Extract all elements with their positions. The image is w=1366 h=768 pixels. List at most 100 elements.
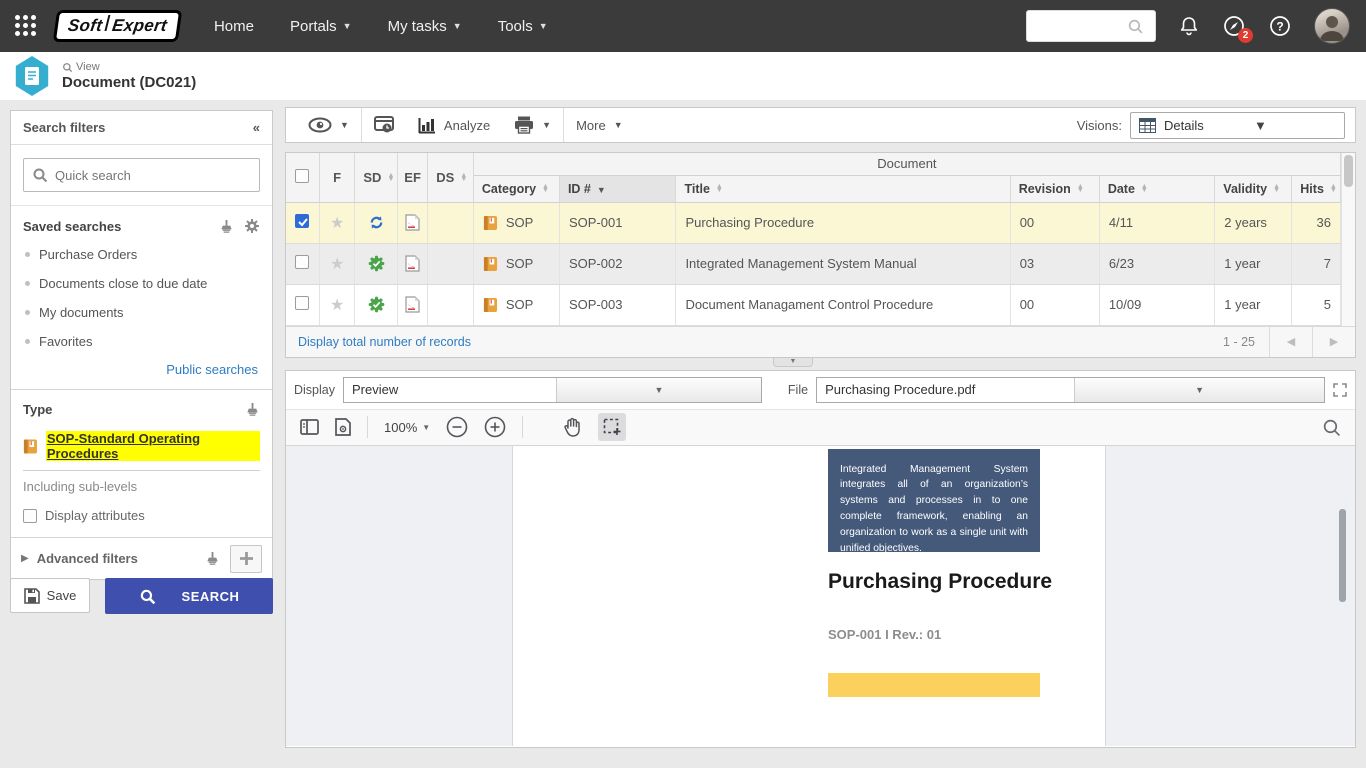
view-button[interactable]: ▼	[296, 108, 361, 142]
clear-filter-icon[interactable]	[219, 219, 234, 234]
collapse-panel-icon[interactable]: «	[253, 120, 260, 135]
page-title: Document (DC021)	[62, 74, 196, 91]
group-header-document: Document	[473, 153, 1340, 175]
display-select[interactable]: Preview ▼	[343, 377, 762, 403]
favorite-star-icon[interactable]: ★	[330, 256, 344, 273]
selected-type-link[interactable]: SOP-Standard Operating Procedures	[46, 431, 260, 461]
column-sd[interactable]: SD▲▼	[355, 153, 398, 202]
sort-icon: ▲▼	[1273, 185, 1280, 193]
next-page-button[interactable]: ▶	[1312, 326, 1355, 357]
person-icon	[1315, 9, 1349, 43]
favorite-star-icon[interactable]: ★	[330, 215, 344, 232]
nav-my-tasks[interactable]: My tasks▼	[388, 18, 462, 35]
print-button[interactable]: ▼	[502, 108, 563, 142]
clear-filter-icon[interactable]	[205, 551, 220, 566]
column-date[interactable]: Date▲▼	[1099, 175, 1214, 202]
pdf-file-icon[interactable]	[405, 296, 420, 313]
grid-footer: Display total number of records 1 - 25 ◀…	[286, 326, 1355, 357]
row-checkbox[interactable]	[295, 214, 309, 228]
select-all-checkbox[interactable]	[295, 169, 309, 183]
table-row[interactable]: ★ SOP SOP-002 Integrated Management Syst…	[286, 243, 1341, 284]
advanced-filters-section[interactable]: ▶ Advanced filters	[11, 537, 272, 579]
plus-circle-icon	[484, 416, 506, 438]
add-filter-button[interactable]	[230, 545, 262, 573]
global-search-box[interactable]	[1026, 10, 1156, 42]
marquee-select-button[interactable]	[598, 413, 626, 441]
total-records-link[interactable]: Display total number of records	[298, 335, 471, 349]
revision-schedule-button[interactable]	[362, 108, 406, 142]
analyze-button[interactable]: Analyze	[406, 108, 502, 142]
nav-portals[interactable]: Portals▼	[290, 18, 352, 35]
column-revision[interactable]: Revision▲▼	[1010, 175, 1099, 202]
more-button[interactable]: More ▼	[564, 108, 635, 142]
zoom-out-button[interactable]	[446, 416, 468, 438]
divider	[522, 416, 523, 438]
column-ds[interactable]: DS▲▼	[428, 153, 474, 202]
visions-value: Details	[1164, 118, 1246, 133]
gear-icon[interactable]	[244, 218, 260, 234]
row-checkbox[interactable]	[295, 255, 309, 269]
table-row[interactable]: ★ SOP SOP-003 Document Managament Contro…	[286, 284, 1341, 325]
pdf-page-options-button[interactable]	[335, 418, 351, 436]
display-attributes-checkbox[interactable]	[23, 509, 37, 523]
visions-select[interactable]: Details ▼	[1130, 112, 1345, 139]
nav-tools[interactable]: Tools▼	[498, 18, 548, 35]
column-hits[interactable]: Hits▲▼	[1292, 175, 1341, 202]
column-favorite[interactable]: F	[319, 153, 354, 202]
chevron-down-icon: ▼	[539, 21, 548, 31]
apps-grid-icon[interactable]	[15, 15, 37, 37]
column-id[interactable]: ID #▼	[559, 175, 675, 202]
table-scrollbar[interactable]	[1341, 153, 1355, 326]
search-button[interactable]: SEARCH	[105, 578, 273, 614]
more-label: More	[576, 118, 606, 133]
user-avatar[interactable]	[1314, 8, 1350, 44]
pdf-sidebar-toggle-button[interactable]	[300, 419, 319, 435]
sort-icon: ▲▼	[1077, 185, 1084, 193]
assistant-button[interactable]: 2	[1222, 14, 1246, 38]
save-button[interactable]: Save	[10, 578, 90, 613]
sort-icon: ▲▼	[460, 174, 467, 182]
pdf-toolbar: 100% ▼	[286, 409, 1355, 446]
favorite-star-icon[interactable]: ★	[330, 297, 344, 314]
saved-search-favorites[interactable]: Favorites	[23, 327, 260, 356]
saved-search-my-documents[interactable]: My documents	[23, 298, 260, 327]
quick-search-input[interactable]	[55, 168, 251, 183]
pdf-viewer[interactable]: Integrated Management System integrates …	[286, 446, 1355, 746]
pdf-page: Integrated Management System integrates …	[512, 446, 1106, 746]
splitter-handle[interactable]: ▼	[773, 358, 813, 367]
table-row[interactable]: ★ SOP SOP-001 Purchasing Procedure 00 4/…	[286, 202, 1341, 243]
analyze-label: Analyze	[444, 118, 490, 133]
help-button[interactable]: ?	[1268, 14, 1292, 38]
pdf-search-button[interactable]	[1322, 418, 1341, 437]
public-searches-link[interactable]: Public searches	[23, 356, 260, 379]
file-select[interactable]: Purchasing Procedure.pdf ▼	[816, 377, 1325, 403]
column-category[interactable]: Category▲▼	[473, 175, 559, 202]
zoom-level-dropdown[interactable]: 100% ▼	[384, 420, 430, 435]
column-validity[interactable]: Validity▲▼	[1215, 175, 1292, 202]
chevron-down-icon: ▼	[340, 120, 349, 130]
fullscreen-button[interactable]	[1333, 383, 1347, 397]
category-book-icon	[483, 256, 498, 272]
pdf-file-icon[interactable]	[405, 255, 420, 272]
zoom-in-button[interactable]	[484, 416, 506, 438]
softexpert-logo[interactable]: Soft Expert	[53, 10, 182, 42]
pdf-scrollbar-thumb[interactable]	[1339, 509, 1346, 602]
clear-filter-icon[interactable]	[245, 402, 260, 417]
row-checkbox[interactable]	[295, 296, 309, 310]
pdf-file-icon[interactable]	[405, 214, 420, 231]
sort-icon: ▲▼	[542, 185, 549, 193]
column-ef[interactable]: EF	[397, 153, 427, 202]
scrollbar-thumb[interactable]	[1344, 155, 1353, 187]
bell-icon	[1178, 15, 1200, 37]
logo-soft: Soft	[67, 16, 104, 36]
prev-page-button[interactable]: ◀	[1269, 326, 1312, 357]
saved-search-due-date[interactable]: Documents close to due date	[23, 269, 260, 298]
global-search-input[interactable]	[1027, 12, 1127, 40]
nav-home[interactable]: Home	[214, 18, 254, 35]
notifications-button[interactable]	[1178, 15, 1200, 37]
saved-search-purchase-orders[interactable]: Purchase Orders	[23, 240, 260, 269]
panel-splitter[interactable]: ▼	[285, 358, 1356, 370]
column-title[interactable]: Title▲▼	[676, 175, 1010, 202]
bullet-icon	[25, 339, 30, 344]
hand-tool-button[interactable]	[563, 417, 582, 437]
